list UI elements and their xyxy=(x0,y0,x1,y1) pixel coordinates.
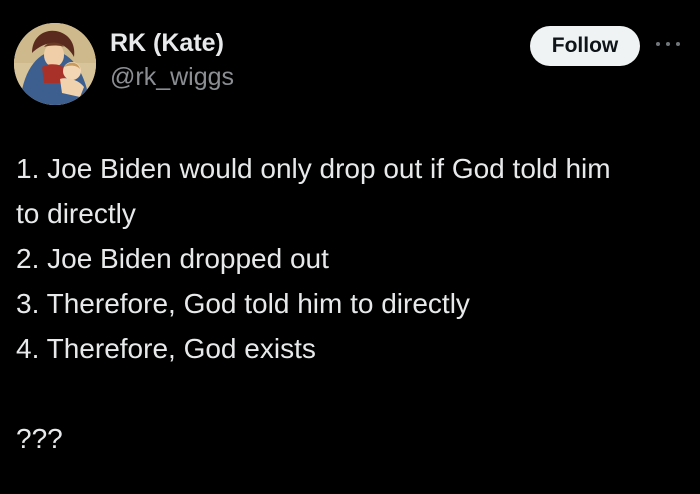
tweet-closing-line: ??? xyxy=(16,423,63,454)
paragraph-break xyxy=(16,371,686,416)
tweet-text: 1. Joe Biden would only drop out if God … xyxy=(16,146,686,461)
tweet-line: 2. Joe Biden dropped out xyxy=(16,243,329,274)
tweet-line: 1. Joe Biden would only drop out if God … xyxy=(16,153,611,184)
more-horizontal-icon[interactable] xyxy=(654,36,682,52)
author-display-name[interactable]: RK (Kate) xyxy=(110,28,234,58)
follow-button[interactable]: Follow xyxy=(530,26,640,66)
tweet-card: RK (Kate) @rk_wiggs Follow 1. Joe Biden … xyxy=(0,0,700,494)
avatar[interactable] xyxy=(14,23,96,105)
tweet-line: 3. Therefore, God told him to directly xyxy=(16,288,470,319)
madonna-and-child-painting-icon xyxy=(14,23,96,105)
author-identity: RK (Kate) @rk_wiggs xyxy=(110,28,234,92)
author-handle[interactable]: @rk_wiggs xyxy=(110,62,234,92)
tweet-line: 4. Therefore, God exists xyxy=(16,333,316,364)
tweet-header: RK (Kate) @rk_wiggs Follow xyxy=(14,20,686,110)
tweet-line: to directly xyxy=(16,198,136,229)
